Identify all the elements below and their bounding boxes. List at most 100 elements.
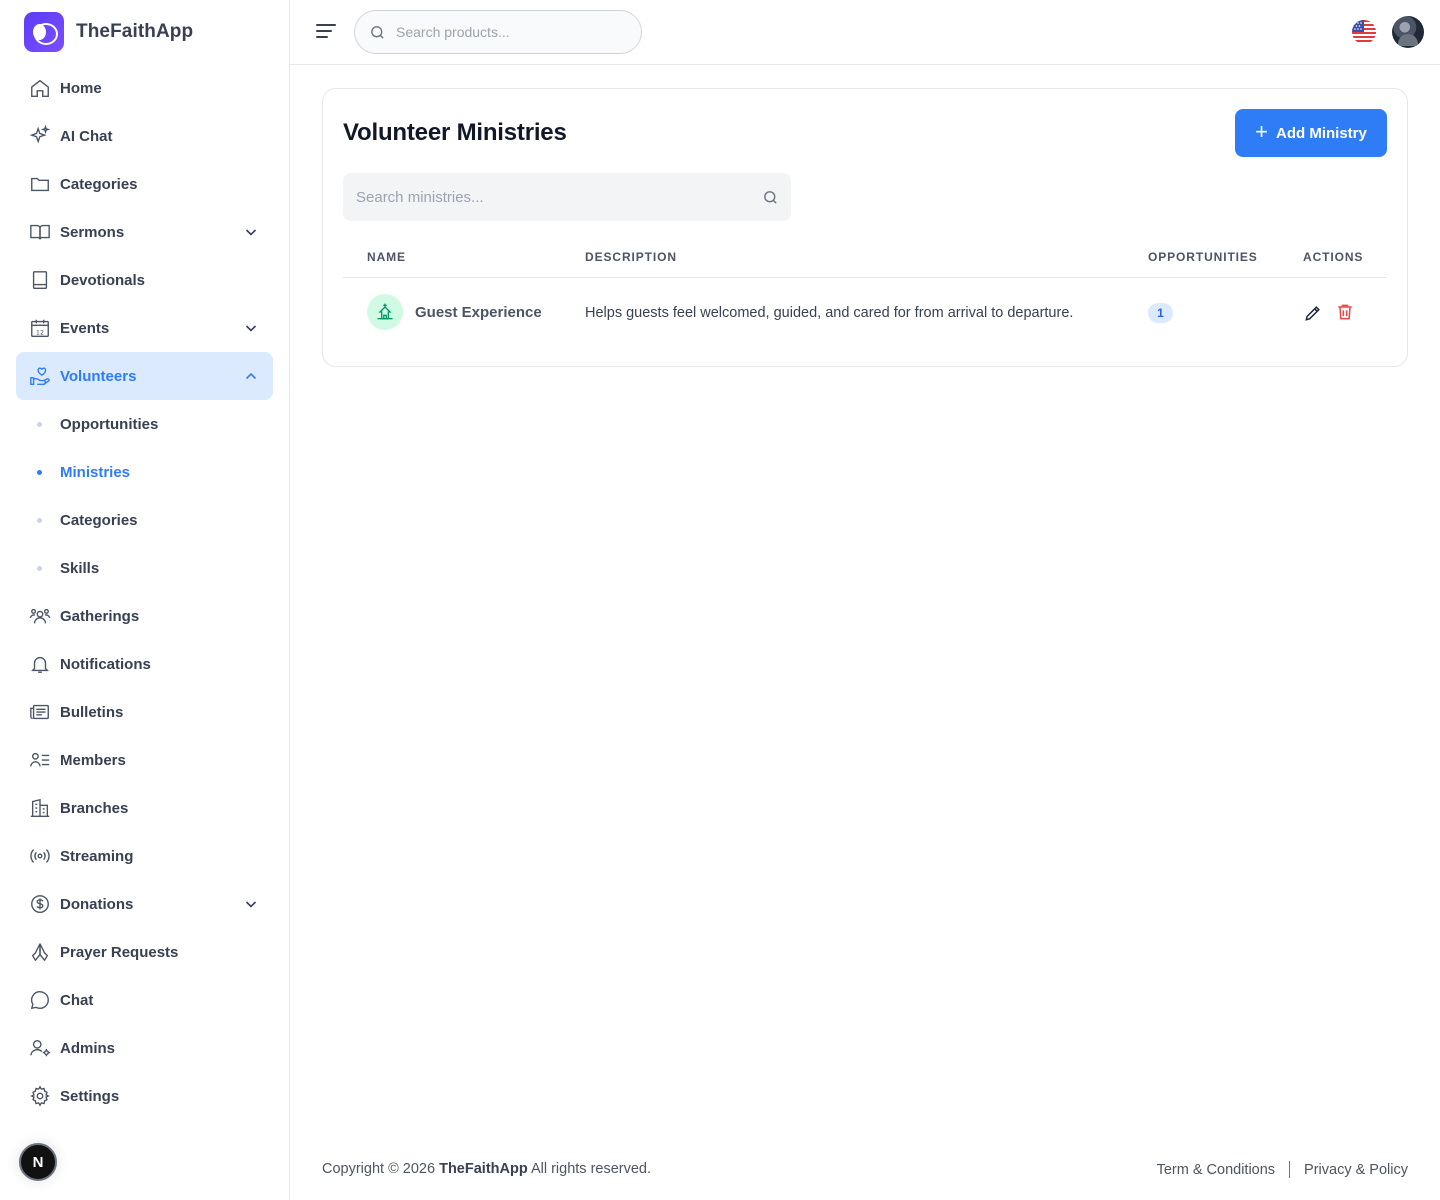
top-header bbox=[290, 0, 1440, 65]
add-ministry-button[interactable]: + Add Ministry bbox=[1235, 109, 1387, 157]
table-row[interactable]: Guest Experience Helps guests feel welco… bbox=[343, 278, 1387, 348]
sidebar-item-label: Members bbox=[60, 751, 126, 769]
bullet-dot bbox=[37, 421, 42, 427]
sidebar-item-streaming[interactable]: Streaming bbox=[16, 832, 273, 880]
calendar-icon: 12 bbox=[28, 316, 52, 340]
opportunities-count-badge: 1 bbox=[1148, 303, 1173, 323]
sidebar-subitem-label: Ministries bbox=[60, 463, 131, 481]
building-icon bbox=[28, 796, 52, 820]
sidebar-item-prayer-requests[interactable]: Prayer Requests bbox=[16, 928, 273, 976]
sidebar-item-label: Sermons bbox=[60, 223, 125, 241]
footer-links: Term & Conditions Privacy & Policy bbox=[1157, 1161, 1408, 1178]
hand-heart-icon bbox=[28, 364, 52, 388]
chevron-down-icon[interactable] bbox=[243, 896, 259, 912]
sidebar-item-events[interactable]: 12 Events bbox=[16, 304, 273, 352]
sidebar-item-label: Events bbox=[60, 319, 110, 337]
copyright-suffix: All rights reserved. bbox=[530, 1161, 652, 1177]
sidebar-item-settings[interactable]: Settings bbox=[16, 1072, 273, 1120]
book-icon bbox=[28, 268, 52, 292]
svg-text:12: 12 bbox=[36, 328, 44, 336]
sidebar-subitem-label: Skills bbox=[60, 559, 100, 577]
home-icon bbox=[28, 76, 52, 100]
footer-copyright: Copyright © 2026 TheFaithApp All rights … bbox=[322, 1161, 651, 1177]
sidebar: TheFaithApp Home AI Chat Categories Serm… bbox=[0, 0, 290, 1200]
trash-icon[interactable] bbox=[1335, 302, 1355, 322]
brand-logo-icon bbox=[24, 12, 64, 52]
chat-bubble-icon bbox=[28, 988, 52, 1012]
bullet-dot bbox=[37, 517, 42, 523]
sidebar-item-donations[interactable]: Donations bbox=[16, 880, 273, 928]
church-icon bbox=[367, 294, 403, 330]
page-title: Volunteer Ministries bbox=[343, 119, 567, 146]
copyright-prefix: Copyright © 2026 bbox=[322, 1161, 436, 1177]
sidebar-item-notifications[interactable]: Notifications bbox=[16, 640, 273, 688]
sidebar-item-label: Prayer Requests bbox=[60, 943, 179, 961]
terms-link[interactable]: Term & Conditions bbox=[1157, 1162, 1275, 1178]
sidebar-item-label: Branches bbox=[60, 799, 129, 817]
sidebar-item-gatherings[interactable]: Gatherings bbox=[16, 592, 273, 640]
sidebar-item-categories[interactable]: Categories bbox=[16, 160, 273, 208]
sidebar-item-branches[interactable]: Branches bbox=[16, 784, 273, 832]
sidebar-item-label: Donations bbox=[60, 895, 134, 913]
sidebar-item-label: Categories bbox=[60, 175, 138, 193]
sidebar-subitem-opportunities[interactable]: Opportunities bbox=[16, 400, 273, 448]
ministries-card: Volunteer Ministries + Add Ministry NAME… bbox=[322, 88, 1408, 367]
folder-icon bbox=[28, 172, 52, 196]
sidebar-item-label: Bulletins bbox=[60, 703, 124, 721]
sidebar-item-bulletins[interactable]: Bulletins bbox=[16, 688, 273, 736]
ministries-table: NAME DESCRIPTION OPPORTUNITIES ACTIONS G… bbox=[343, 233, 1387, 348]
sidebar-item-label: Settings bbox=[60, 1087, 120, 1105]
column-header-name: NAME bbox=[367, 250, 406, 264]
avatar[interactable] bbox=[1392, 16, 1424, 48]
plus-icon: + bbox=[1255, 119, 1268, 144]
bullet-dot bbox=[37, 469, 42, 475]
sidebar-subitem-categories[interactable]: Categories bbox=[16, 496, 273, 544]
sidebar-nav: Home AI Chat Categories Sermons Devotion… bbox=[16, 64, 273, 1120]
praying-hands-icon bbox=[28, 940, 52, 964]
ministry-search bbox=[343, 173, 791, 221]
ministry-name[interactable]: Guest Experience bbox=[415, 304, 542, 321]
sidebar-subitem-label: Categories bbox=[60, 511, 138, 529]
brand[interactable]: TheFaithApp bbox=[24, 12, 193, 52]
ministry-description: Helps guests feel welcomed, guided, and … bbox=[585, 305, 1074, 321]
footer-divider bbox=[1289, 1161, 1291, 1178]
chevron-up-icon[interactable] bbox=[243, 368, 259, 384]
sidebar-item-label: Notifications bbox=[60, 655, 151, 673]
users-icon bbox=[28, 604, 52, 628]
menu-toggle-icon[interactable] bbox=[316, 22, 336, 40]
product-search-input[interactable] bbox=[396, 24, 616, 40]
ministry-search-input[interactable] bbox=[356, 188, 762, 206]
sidebar-item-label: Admins bbox=[60, 1039, 116, 1057]
chevron-down-icon[interactable] bbox=[243, 320, 259, 336]
book-open-icon bbox=[28, 220, 52, 244]
edit-icon[interactable] bbox=[1303, 303, 1323, 323]
dev-badge[interactable]: N bbox=[19, 1143, 57, 1181]
sidebar-subitem-ministries[interactable]: Ministries bbox=[16, 448, 273, 496]
sidebar-item-label: Gatherings bbox=[60, 607, 140, 625]
table-header: NAME DESCRIPTION OPPORTUNITIES ACTIONS bbox=[343, 233, 1387, 278]
sidebar-item-ai-chat[interactable]: AI Chat bbox=[16, 112, 273, 160]
us-flag-icon[interactable] bbox=[1352, 20, 1376, 44]
sidebar-item-label: Volunteers bbox=[60, 367, 137, 385]
chevron-down-icon[interactable] bbox=[243, 224, 259, 240]
sidebar-item-label: Chat bbox=[60, 991, 94, 1009]
privacy-link[interactable]: Privacy & Policy bbox=[1304, 1162, 1408, 1178]
sidebar-item-label: Streaming bbox=[60, 847, 134, 865]
sidebar-item-home[interactable]: Home bbox=[16, 64, 273, 112]
sidebar-item-members[interactable]: Members bbox=[16, 736, 273, 784]
search-icon[interactable] bbox=[762, 189, 779, 206]
gear-icon bbox=[28, 1084, 52, 1108]
search-icon bbox=[371, 25, 384, 39]
sidebar-subitem-skills[interactable]: Skills bbox=[16, 544, 273, 592]
sidebar-item-devotionals[interactable]: Devotionals bbox=[16, 256, 273, 304]
column-header-actions: ACTIONS bbox=[1303, 250, 1364, 264]
sidebar-item-chat[interactable]: Chat bbox=[16, 976, 273, 1024]
brand-name: TheFaithApp bbox=[76, 21, 194, 42]
column-header-opportunities: OPPORTUNITIES bbox=[1148, 250, 1258, 264]
sidebar-item-sermons[interactable]: Sermons bbox=[16, 208, 273, 256]
column-header-description: DESCRIPTION bbox=[585, 250, 677, 264]
sidebar-item-admins[interactable]: Admins bbox=[16, 1024, 273, 1072]
broadcast-icon bbox=[28, 844, 52, 868]
bell-icon bbox=[28, 652, 52, 676]
sidebar-item-volunteers[interactable]: Volunteers bbox=[16, 352, 273, 400]
